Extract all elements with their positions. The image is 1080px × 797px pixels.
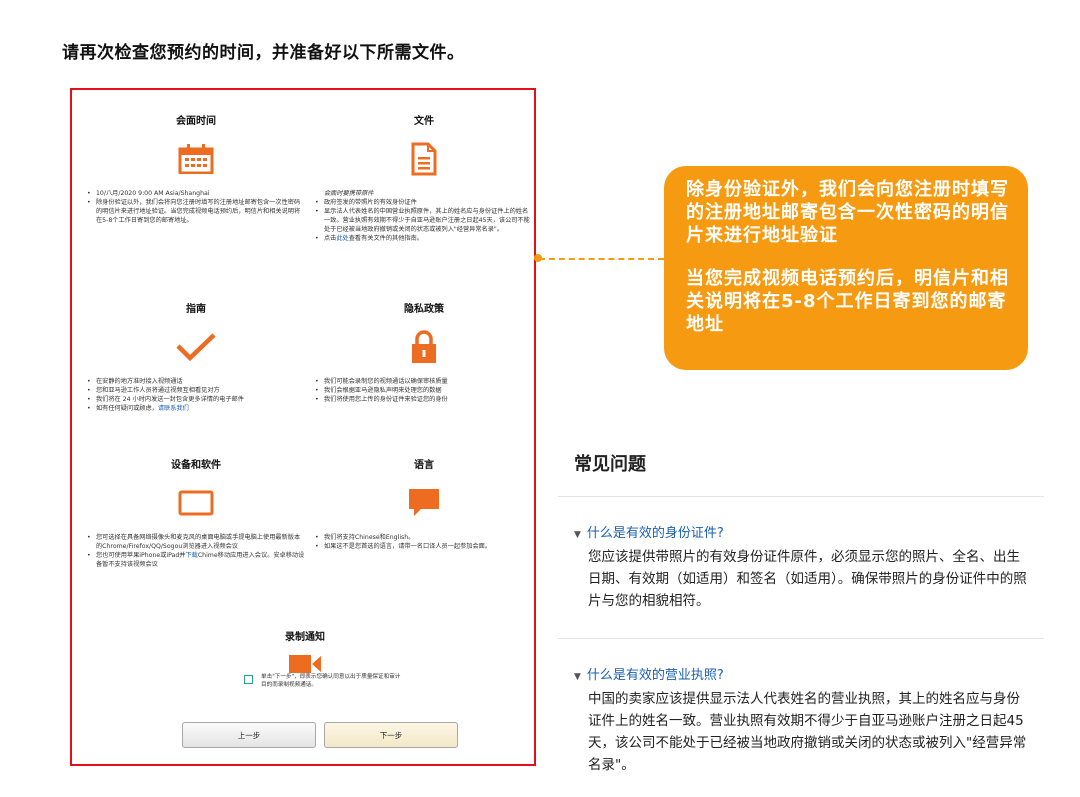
device-app-line: 您也可使用苹果iPhone或iPad并下载Chime移动应用进入会议。安卓移动设…	[86, 551, 306, 569]
contact-us-link[interactable]: 请联系我们	[158, 405, 189, 412]
appointment-panel: 会面时间 10/八月/2020 9:00 AM Asia/Shanghai 除身…	[70, 88, 536, 766]
recording-section: 录制通知	[195, 628, 415, 679]
consent-text: 单击"下一步"，即表示您确认同意以出于质量保证和审计目的而录制视频通话。	[261, 674, 401, 688]
privacy-section: 隐私政策 我们可能会录制您的视频通话以确保审核质量 我们会根据亚马逊隐私声明来处…	[314, 300, 534, 404]
lock-icon	[412, 330, 436, 363]
language-item: 我们将支持Chinese和English。	[314, 533, 534, 542]
guide-item: 您和亚马逊工作人员将通过视频互相看见对方	[86, 386, 306, 395]
recording-consent: 单击"下一步"，即表示您确认同意以出于质量保证和审计目的而录制视频通话。	[244, 674, 404, 689]
faq-answer-1: 您应该提供带照片的有效身份证件原件，必须显示您的照片、全名、出生日期、有效期（如…	[588, 549, 1027, 609]
callout-paragraph-2: 当您完成视频电话预约后，明信片和相关说明将在5-8个工作日寄到您的邮寄地址	[686, 268, 1009, 335]
device-section: 设备和软件 您可选择在具备网络摄像头和麦克风的桌面电脑或手提电脑上使用最新版本的…	[86, 456, 306, 569]
callout-text: 除身份验证外，我们会向您注册时填写的注册地址邮寄包含一次性密码的明信片来进行地址…	[686, 178, 1016, 356]
meeting-datetime: 10/八月/2020 9:00 AM Asia/Shanghai	[86, 189, 306, 198]
language-title: 语言	[414, 460, 434, 471]
download-link[interactable]: 下载	[185, 552, 197, 559]
video-camera-icon	[289, 655, 321, 673]
callout-leader-line	[539, 258, 664, 260]
recording-title: 录制通知	[285, 632, 325, 643]
monitor-icon	[178, 490, 214, 516]
faq-title: 常见问题	[574, 454, 646, 475]
checkmark-icon	[176, 333, 216, 362]
meeting-note: 除身份验证以外，我们会将向您注册时填写的注册地址邮寄包含一次性密码的明信片来进行…	[86, 198, 306, 225]
previous-button[interactable]: 上一步	[182, 722, 316, 748]
calendar-icon	[178, 144, 214, 174]
guide-item: 在安静的地方准时接入视频通话	[86, 377, 306, 386]
faq-question-1[interactable]: ▼ 什么是有效的身份证件?	[574, 522, 724, 541]
faq-divider	[558, 496, 1044, 497]
documents-guide-line: 点击此处查看有关文件的其他指南。	[314, 234, 534, 243]
privacy-item: 我们将使用您上传的身份证件来验证您的身份	[314, 395, 534, 404]
documents-guide-link[interactable]: 此处	[336, 235, 348, 242]
guide-contact-line: 如有任何疑问或顾虑，请联系我们	[86, 404, 306, 413]
guide-title: 指南	[186, 304, 206, 315]
documents-item: 显示法人代表姓名的中国营业执照原件，其上的姓名应与身份证件上的姓名一致。营业执照…	[314, 207, 534, 234]
guide-item: 我们将在 24 小时内发送一封包含更多详情的电子邮件	[86, 395, 306, 404]
privacy-item: 我们会根据亚马逊隐私声明来处理您的数据	[314, 386, 534, 395]
language-section: 语言 我们将支持Chinese和English。 如果这不是您首选的语言，请带一…	[314, 456, 534, 551]
speech-bubble-icon	[409, 489, 439, 516]
document-icon	[411, 142, 437, 176]
guide-section: 指南 在安静的地方准时接入视频通话 您和亚马逊工作人员将通过视频互相看见对方 我…	[86, 300, 306, 413]
documents-intro: 会面时要携带原件	[324, 190, 374, 197]
device-item: 您可选择在具备网络摄像头和麦克风的桌面电脑或手提电脑上使用最新版本的Chrome…	[86, 533, 306, 551]
documents-section: 文件 会面时要携带原件 政府签发的带照片的有效身份证件 显示法人代表姓名的中国营…	[314, 112, 534, 243]
page-heading: 请再次检查您预约的时间，并准备好以下所需文件。	[62, 43, 465, 63]
faq-question-2[interactable]: ▼ 什么是有效的营业执照?	[574, 664, 724, 683]
callout-paragraph-1: 除身份验证外，我们会向您注册时填写的注册地址邮寄包含一次性密码的明信片来进行地址…	[686, 179, 1009, 246]
meeting-title: 会面时间	[176, 116, 216, 127]
documents-title: 文件	[414, 116, 434, 127]
language-item: 如果这不是您首选的语言，请带一名口译人员一起参加会面。	[314, 542, 534, 551]
faq-answer-2: 中国的卖家应该提供显示法人代表姓名的营业执照，其上的姓名应与身份证件上的姓名一致…	[588, 691, 1027, 773]
triangle-down-icon: ▼	[574, 672, 581, 682]
device-title: 设备和软件	[171, 460, 221, 471]
privacy-item: 我们可能会录制您的视频通话以确保审核质量	[314, 377, 534, 386]
privacy-title: 隐私政策	[404, 304, 444, 315]
faq-divider	[558, 638, 1044, 639]
documents-item: 政府签发的带照片的有效身份证件	[314, 198, 534, 207]
meeting-section: 会面时间 10/八月/2020 9:00 AM Asia/Shanghai 除身…	[86, 112, 306, 225]
triangle-down-icon: ▼	[574, 530, 581, 540]
consent-checkbox[interactable]	[244, 675, 253, 684]
next-button[interactable]: 下一步	[324, 722, 458, 748]
